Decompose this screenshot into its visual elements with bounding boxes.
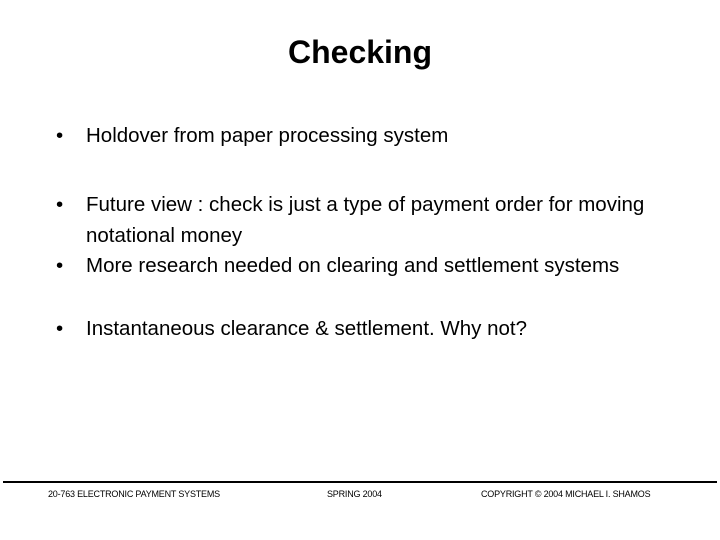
bullet-item: • Future view : check is just a type of … (56, 189, 676, 251)
bullet-item: • Holdover from paper processing system (56, 120, 676, 151)
slide-title: Checking (287, 34, 433, 70)
footer-term: SPRING 2004 (327, 489, 382, 499)
bullet-text: Instantaneous clearance & settlement. Wh… (86, 317, 528, 340)
bullet-item: • More research needed on clearing and s… (56, 250, 676, 281)
footer-divider (3, 481, 717, 483)
footer-copyright: COPYRIGHT © 2004 MICHAEL I. SHAMOS (481, 489, 651, 499)
bullet-marker: • (56, 193, 64, 216)
bullet-marker: • (56, 254, 64, 277)
footer-course: 20-763 ELECTRONIC PAYMENT SYSTEMS (48, 489, 220, 499)
bullet-marker: • (56, 317, 64, 340)
bullet-item: • Instantaneous clearance & settlement. … (56, 313, 676, 344)
bullet-text: Future view : check is just a type of pa… (86, 193, 645, 247)
bullet-text: More research needed on clearing and set… (86, 254, 620, 277)
bullet-marker: • (56, 124, 64, 147)
bullet-text: Holdover from paper processing system (86, 124, 449, 147)
